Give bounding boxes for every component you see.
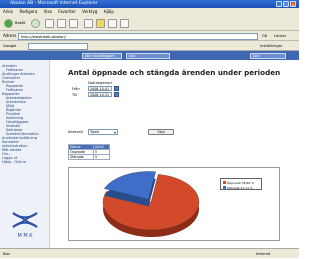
page-title: Antal öppnade och stängda ärenden under … (68, 68, 281, 77)
period-label: Datumperiod (88, 81, 112, 85)
to-label: Till (72, 93, 78, 97)
menu-bar: Arkiv Redigera Visa Favoriter Verktyg Hj… (0, 8, 299, 16)
handler-select[interactable]: Alla handläggare (82, 52, 122, 59)
legend-item: Öppnade 78,89 % (223, 181, 254, 185)
google-logo: Google (3, 43, 17, 48)
forward-button[interactable] (31, 19, 40, 28)
legend-item: Stängda 21,11 % (223, 186, 253, 190)
menu-favorites[interactable]: Favoriter (58, 9, 76, 14)
minimize-button[interactable]: _ (276, 1, 282, 7)
filter-select-1[interactable]: Alla (126, 52, 170, 59)
from-label: Från (72, 87, 80, 91)
search-button[interactable] (84, 19, 93, 28)
refresh-button[interactable] (57, 19, 66, 28)
table-cell: Stängda (68, 154, 94, 160)
menu-help[interactable]: Hjälp (104, 9, 114, 14)
menu-tools[interactable]: Verktyg (82, 9, 97, 14)
history-button[interactable] (108, 19, 117, 28)
back-label: Bakåt (15, 21, 26, 25)
pie-chart: Öppnade 78,89 % Stängda 21,11 % (68, 167, 280, 241)
window-title: Abalon AB - Microsoft Internet Explorer (10, 1, 98, 6)
status-table: Status Antal Öppnade 5 Stängda 5 (68, 144, 111, 160)
filter-select-2[interactable]: Alla (250, 52, 286, 59)
links-label[interactable]: Länkar (274, 31, 286, 41)
legend-swatch (223, 186, 226, 189)
close-button[interactable]: × (290, 1, 296, 7)
google-toolbar: Google Inställningar (0, 41, 299, 51)
maximize-button[interactable]: □ (283, 1, 289, 7)
app-nav-bar: Alla handläggare Alla Alla (0, 51, 299, 60)
sidebar-item[interactable]: Hjälp - Online (2, 160, 26, 164)
menu-edit[interactable]: Redigera (19, 9, 37, 14)
company-logo: M M K (12, 212, 38, 239)
logo-text: M M K (17, 233, 33, 239)
calendar-icon[interactable] (114, 91, 119, 97)
calendar-icon[interactable] (114, 85, 119, 91)
table-row: Stängda 5 (68, 154, 111, 160)
back-button[interactable] (4, 19, 13, 28)
go-button[interactable]: Gå (262, 31, 267, 41)
interval-select[interactable]: Totalt (88, 129, 118, 135)
main-content: Antal öppnade och stängda ärenden under … (50, 60, 299, 248)
address-bar: Adress http://www.web.abalon/ Gå Länkar (0, 31, 299, 41)
table-cell: 5 (92, 154, 111, 160)
window-title-bar: Abalon AB - Microsoft Internet Explorer … (0, 0, 299, 8)
address-label: Adress (3, 33, 17, 38)
home-button[interactable] (69, 19, 78, 28)
address-input[interactable]: http://www.web.abalon/ (18, 32, 258, 40)
google-options[interactable]: Inställningar (260, 41, 282, 51)
interval-label: Intervall (68, 130, 83, 134)
favorites-button[interactable] (96, 19, 105, 28)
stop-button[interactable] (45, 19, 54, 28)
legend-label: Stängda 21,11 % (227, 185, 253, 190)
mail-button[interactable] (120, 19, 129, 28)
toolbar: Bakåt (0, 16, 299, 31)
status-bar: Klar Internet (0, 248, 299, 258)
sidebar: Ärenden Felfixaren Ändringar ärenden Öve… (0, 60, 50, 248)
chart-legend: Öppnade 78,89 % Stängda 21,11 % (220, 178, 262, 190)
menu-view[interactable]: Visa (44, 9, 52, 14)
from-date-input[interactable]: 2008-10-01 (88, 85, 112, 91)
show-button[interactable]: Visa (148, 129, 174, 135)
menu-file[interactable]: Arkiv (3, 9, 13, 14)
status-text: Klar (3, 252, 11, 256)
to-date-input[interactable]: 2008-10-31 (88, 91, 112, 97)
legend-label: Öppnade 78,89 % (227, 180, 255, 185)
google-search-input[interactable] (28, 42, 88, 50)
legend-swatch (223, 181, 226, 184)
